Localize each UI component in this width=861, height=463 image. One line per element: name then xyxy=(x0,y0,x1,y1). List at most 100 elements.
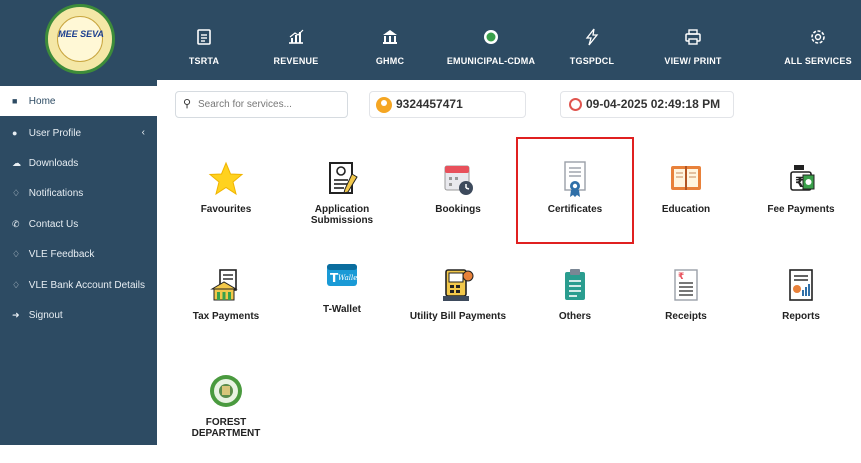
tile-education[interactable]: Education xyxy=(631,160,741,250)
home-icon: ■ xyxy=(12,96,18,106)
top-nav: TSRTA REVENUE GHMC EMUNICIPAL-CDMA TGSPD… xyxy=(160,0,861,80)
star-icon xyxy=(208,161,244,196)
nav-all-services[interactable]: ALL SERVICES xyxy=(768,28,861,66)
certificate-icon xyxy=(564,161,586,197)
cloud-download-icon: ☁ xyxy=(12,158,21,168)
main-content: ⚲ Search for services... 9324457471 09-0… xyxy=(157,80,861,445)
clipboard-icon xyxy=(197,29,211,45)
tile-fee-payments[interactable]: ₹ Fee Payments xyxy=(746,160,856,250)
svg-text:Wallet: Wallet xyxy=(338,274,360,282)
sidebar-item-contact-us[interactable]: ✆ Contact Us xyxy=(0,209,157,239)
meeseva-logo[interactable]: MEE SEVA xyxy=(45,4,115,74)
globe-icon xyxy=(484,30,498,44)
sidebar-item-label: Home xyxy=(28,96,56,107)
bill-machine-icon xyxy=(443,269,474,301)
sidebar-item-label: VLE Feedback xyxy=(28,249,95,260)
building-icon xyxy=(383,30,397,44)
chart-icon xyxy=(289,29,304,44)
datetime-display: 09-04-2025 02:49:18 PM xyxy=(560,91,734,118)
tile-label: Fee Payments xyxy=(767,204,835,215)
tile-label: FOREST DEPARTMENT xyxy=(191,417,261,439)
tile-favourites[interactable]: Favourites xyxy=(171,160,281,250)
tile-label: Application Submissions xyxy=(310,204,374,226)
nav-label: EMUNICIPAL-CDMA xyxy=(446,56,536,66)
tile-label: Others xyxy=(558,311,592,322)
nav-label: VIEW/ PRINT xyxy=(664,56,722,66)
calendar-icon xyxy=(444,165,473,195)
search-placeholder: Search for services... xyxy=(198,99,292,110)
phone-number: 9324457471 xyxy=(396,97,463,111)
gear-icon xyxy=(811,30,825,44)
nav-label: GHMC xyxy=(375,56,405,66)
sidebar-item-downloads[interactable]: ☁ Downloads xyxy=(0,148,157,178)
tile-utility-bill-payments[interactable]: Utility Bill Payments xyxy=(403,267,513,357)
user-circle-icon xyxy=(376,97,392,113)
sidebar-item-vle-feedback[interactable]: ♢ VLE Feedback xyxy=(0,239,157,269)
clipboard-icon xyxy=(565,269,585,300)
sidebar-item-notifications[interactable]: ♢ Notifications xyxy=(0,178,157,208)
tile-t-wallet[interactable]: T Wallet T-Wallet xyxy=(287,260,397,350)
tile-tax-payments[interactable]: Tax Payments xyxy=(171,267,281,357)
nav-label: TGSPDCL xyxy=(569,56,615,66)
lightning-icon xyxy=(585,28,599,46)
user-icon: ● xyxy=(12,128,18,138)
datetime-value: 09-04-2025 02:49:18 PM xyxy=(586,97,721,111)
sidebar-item-vle-bank-account[interactable]: ♢ VLE Bank Account Details xyxy=(0,270,157,300)
bell-icon: ♢ xyxy=(12,280,21,290)
logo-text: MEE SEVA xyxy=(58,29,104,39)
tile-bookings[interactable]: Bookings xyxy=(403,160,513,250)
tax-building-icon xyxy=(210,269,238,301)
tile-label: Bookings xyxy=(435,204,481,215)
tile-label: Tax Payments xyxy=(192,311,260,322)
svg-text:₹: ₹ xyxy=(678,272,684,282)
tile-certificates[interactable]: Certificates xyxy=(520,160,630,250)
nav-revenue[interactable]: REVENUE xyxy=(246,28,346,66)
bell-icon: ♢ xyxy=(12,188,21,198)
tile-label: Favourites xyxy=(200,204,252,215)
logo-seal: MEE SEVA xyxy=(57,16,104,62)
tile-reports[interactable]: Reports xyxy=(746,267,856,357)
sidebar-item-user-profile[interactable]: ● User Profile ‹ xyxy=(0,118,157,148)
clock-icon xyxy=(569,98,582,111)
receipt-icon: ₹ xyxy=(674,269,698,301)
search-input[interactable]: ⚲ Search for services... xyxy=(175,91,348,118)
nav-label: TSRTA xyxy=(188,56,220,66)
tile-forest-department[interactable]: FOREST DEPARTMENT xyxy=(171,373,281,463)
search-icon: ⚲ xyxy=(183,98,192,110)
phone-display: 9324457471 xyxy=(369,91,526,118)
printer-icon xyxy=(685,29,701,45)
sidebar-item-label: User Profile xyxy=(28,128,82,139)
sidebar-item-signout[interactable]: ➜ Signout xyxy=(0,300,157,330)
nav-emunicipal[interactable]: EMUNICIPAL-CDMA xyxy=(441,28,541,66)
fee-payment-icon: ₹ xyxy=(790,165,815,191)
sidebar-item-label: Signout xyxy=(28,310,63,321)
sidebar-item-home[interactable]: ■ Home xyxy=(0,86,157,116)
forest-seal-icon xyxy=(210,375,242,407)
nav-view-print[interactable]: VIEW/ PRINT xyxy=(643,28,743,66)
sidebar-item-label: Notifications xyxy=(28,188,84,199)
nav-tsrta[interactable]: TSRTA xyxy=(154,28,254,66)
tile-others[interactable]: Others xyxy=(520,267,630,357)
sidebar-item-label: VLE Bank Account Details xyxy=(28,280,145,291)
sidebar: ■ Home ● User Profile ‹ ☁ Downloads ♢ No… xyxy=(0,80,157,445)
report-icon xyxy=(789,269,813,301)
nav-ghmc[interactable]: GHMC xyxy=(340,28,440,66)
tile-receipts[interactable]: ₹ Receipts xyxy=(631,267,741,357)
tile-label: Certificates xyxy=(547,204,603,215)
tile-label: T-Wallet xyxy=(323,304,361,315)
wallet-icon: T Wallet xyxy=(327,264,360,286)
signout-icon: ➜ xyxy=(12,310,20,320)
phone-icon: ✆ xyxy=(12,219,20,229)
sidebar-item-label: Downloads xyxy=(28,158,79,169)
top-bar: MEE SEVA TSRTA REVENUE GHMC EMUNICIPAL-C… xyxy=(0,0,861,80)
tile-application-submissions[interactable]: Application Submissions xyxy=(287,160,397,250)
nav-label: REVENUE xyxy=(273,56,319,66)
application-icon xyxy=(329,162,358,194)
tile-label: Reports xyxy=(782,311,820,322)
nav-label: ALL SERVICES xyxy=(784,56,852,66)
bell-icon: ♢ xyxy=(12,249,21,259)
tile-label: Utility Bill Payments xyxy=(409,311,507,322)
nav-tgspdcl[interactable]: TGSPDCL xyxy=(542,28,642,66)
chevron-left-icon: ‹ xyxy=(141,127,145,138)
tile-label: Education xyxy=(661,204,711,215)
